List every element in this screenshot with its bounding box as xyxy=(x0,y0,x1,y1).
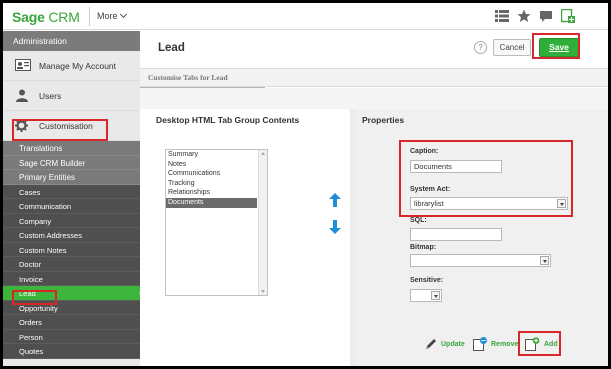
lead-highlight xyxy=(12,290,57,305)
list-item[interactable]: Notes xyxy=(166,160,267,170)
cancel-button[interactable]: Cancel xyxy=(493,39,531,56)
add-highlight xyxy=(518,331,561,356)
user-icon xyxy=(15,89,31,102)
star-icon[interactable] xyxy=(517,9,531,23)
update-label: Update xyxy=(441,340,465,348)
sage-crm-logo[interactable]: Sage CRM xyxy=(12,9,80,25)
page-title: Lead xyxy=(158,42,185,54)
save-highlight xyxy=(532,33,580,59)
sidebar-item-custom-notes[interactable]: Custom Notes xyxy=(3,243,140,257)
list-icon[interactable] xyxy=(495,9,509,23)
remove-document-icon xyxy=(473,337,487,351)
sidebar-item-users[interactable]: Users xyxy=(3,81,140,111)
tab-group-heading: Desktop HTML Tab Group Contents xyxy=(156,115,300,125)
sidebar-item-label: Manage My Account xyxy=(39,60,117,71)
application-window: Sage CRM More Administration Manage My A… xyxy=(3,3,608,366)
panel-subtitle: Customise Tabs for Lead xyxy=(140,73,265,89)
spacer-strip xyxy=(140,88,608,109)
sidebar-item-custom-addresses[interactable]: Custom Addresses xyxy=(3,228,140,243)
logo-brand: Sage xyxy=(12,9,45,25)
customisation-highlight xyxy=(12,119,108,141)
more-label: More xyxy=(97,11,118,21)
list-item-selected[interactable]: Documents xyxy=(166,197,257,208)
sidebar-item-primary-entities[interactable]: Primary Entities xyxy=(3,170,140,185)
sidebar-item-quotes[interactable]: Quotes xyxy=(3,344,140,359)
entity-list: Cases Communication Company Custom Addre… xyxy=(3,184,145,359)
tab-group-listbox[interactable]: Summary Notes Communications Tracking Re… xyxy=(165,149,268,296)
customisation-submenu: Translations Sage CRM Builder Primary En… xyxy=(3,141,140,185)
chevron-down-icon xyxy=(119,10,127,19)
sql-field[interactable] xyxy=(410,228,502,241)
sidebar-item-invoice[interactable]: Invoice xyxy=(3,272,140,286)
properties-heading: Properties xyxy=(362,115,405,125)
scroll-down-icon[interactable] xyxy=(261,290,265,293)
list-item[interactable]: Communications xyxy=(166,169,267,179)
sidebar-item-label: Users xyxy=(39,90,62,101)
sidebar-item-manage-my-account[interactable]: Manage My Account xyxy=(3,51,140,81)
sidebar: Administration Manage My Account Users C… xyxy=(3,31,145,366)
move-up-arrow-icon[interactable] xyxy=(329,193,341,207)
sensitive-select[interactable] xyxy=(410,289,442,302)
sidebar-header-administration[interactable]: Administration xyxy=(3,31,140,51)
sidebar-item-doctor[interactable]: Doctor xyxy=(3,257,140,272)
add-document-icon[interactable] xyxy=(561,9,575,23)
more-menu[interactable]: More xyxy=(97,10,127,21)
sensitive-label: Sensitive: xyxy=(410,277,444,284)
sidebar-item-communication[interactable]: Communication xyxy=(3,199,140,214)
sql-label: SQL: xyxy=(410,217,427,224)
bitmap-label: Bitmap: xyxy=(410,244,437,251)
remove-label: Remove xyxy=(491,340,519,348)
subtitle-bar: Customise Tabs for Lead xyxy=(140,68,608,89)
chevron-down-icon[interactable] xyxy=(431,291,440,300)
sidebar-item-translations[interactable]: Translations xyxy=(3,141,140,156)
scroll-up-icon[interactable] xyxy=(261,152,265,155)
top-bar: Sage CRM More xyxy=(3,3,608,30)
sidebar-item-orders[interactable]: Orders xyxy=(3,315,140,330)
move-down-arrow-icon[interactable] xyxy=(329,220,341,234)
help-icon[interactable]: ? xyxy=(474,41,487,54)
sidebar-item-sage-crm-builder[interactable]: Sage CRM Builder xyxy=(3,156,140,170)
list-item[interactable]: Summary xyxy=(166,150,267,160)
list-item[interactable]: Tracking xyxy=(166,179,267,189)
chevron-down-icon[interactable] xyxy=(540,256,549,265)
list-item[interactable]: Relationships xyxy=(166,188,267,198)
sidebar-item-cases[interactable]: Cases xyxy=(3,185,140,199)
logo-product: CRM xyxy=(48,9,80,25)
properties-highlight xyxy=(399,140,573,217)
id-card-icon xyxy=(15,59,31,72)
pencil-icon xyxy=(426,339,436,349)
comment-icon[interactable] xyxy=(539,9,553,23)
sidebar-item-person[interactable]: Person xyxy=(3,330,140,344)
bitmap-select[interactable] xyxy=(410,254,551,267)
listbox-scrollbar[interactable] xyxy=(258,150,267,295)
top-toolbar xyxy=(495,9,575,23)
divider xyxy=(89,7,90,26)
sidebar-item-company[interactable]: Company xyxy=(3,214,140,228)
remove-action[interactable]: Remove xyxy=(473,337,518,351)
update-action[interactable]: Update xyxy=(424,337,465,351)
